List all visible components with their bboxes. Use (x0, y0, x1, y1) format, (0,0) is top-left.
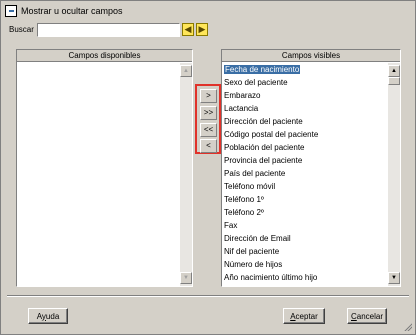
list-item-label: Embarazo (224, 91, 261, 100)
visible-fields-header: Campos visibles (222, 50, 400, 62)
available-fields-list[interactable] (17, 63, 192, 286)
list-item-label: País del paciente (224, 169, 286, 178)
list-item[interactable]: Dirección de Email (222, 232, 400, 245)
list-item[interactable]: Teléfono móvil (222, 180, 400, 193)
list-item-label: Fax (224, 221, 238, 230)
separator (7, 295, 409, 297)
list-item[interactable]: Teléfono 2º (222, 206, 400, 219)
visible-fields-panel: Campos visibles Fecha de nacimiento Sexo … (221, 49, 401, 287)
list-item-label: Provincia del paciente (224, 156, 303, 165)
list-item[interactable]: Código postal del paciente (222, 128, 400, 141)
arrow-left-icon: ◀ (184, 24, 192, 34)
scroll-up-button[interactable]: ▲ (180, 65, 192, 77)
arrow-right-icon: ▶ (198, 24, 206, 34)
add-all-fields-button[interactable]: >> (200, 106, 217, 120)
accept-button[interactable]: Aceptar (283, 308, 325, 324)
available-fields-header: Campos disponibles (17, 50, 192, 62)
list-item-label: Nif del paciente (224, 247, 280, 256)
list-item-label: Dirección de Email (224, 234, 291, 243)
list-item[interactable]: Sexo del paciente (222, 76, 400, 89)
list-item-label: Año nacimiento último hijo (224, 273, 318, 282)
add-field-button[interactable]: > (200, 89, 217, 103)
help-button-label: Ayuda (36, 311, 60, 321)
remove-field-button[interactable]: < (200, 139, 217, 153)
search-previous-button[interactable]: ◀ (182, 23, 194, 36)
list-item-label: Teléfono 1º (224, 195, 264, 204)
list-item[interactable]: Fax (222, 219, 400, 232)
scroll-thumb[interactable] (388, 77, 400, 85)
list-item[interactable]: Año nacimiento último hijo (222, 271, 400, 284)
list-item-label: Lactancia (224, 104, 259, 113)
scroll-up-button[interactable]: ▲ (388, 65, 400, 77)
visible-fields-scrollbar[interactable]: ▲ ▼ (388, 63, 400, 286)
list-item[interactable]: Dirección del paciente (222, 115, 400, 128)
list-item[interactable]: Fecha de nacimiento (222, 63, 400, 76)
cancel-button[interactable]: Cancelar (347, 308, 387, 324)
list-item[interactable]: País del paciente (222, 167, 400, 180)
title-bar: Mostrar u ocultar campos (3, 3, 413, 19)
app-icon (5, 5, 17, 17)
triangle-up-icon: ▲ (183, 68, 189, 74)
search-next-button[interactable]: ▶ (196, 23, 208, 36)
triangle-down-icon: ▼ (391, 275, 397, 281)
list-item[interactable]: Lactancia (222, 102, 400, 115)
remove-all-fields-button[interactable]: << (200, 123, 217, 137)
list-item-label: Teléfono móvil (224, 182, 276, 191)
list-item[interactable]: Provincia del paciente (222, 154, 400, 167)
window-title: Mostrar u ocultar campos (21, 6, 123, 16)
resize-grip-icon[interactable] (402, 321, 412, 331)
available-fields-scrollbar[interactable]: ▲ ▼ (180, 63, 192, 286)
dialog-window: Mostrar u ocultar campos Buscar ◀ ▶ Camp… (0, 0, 416, 335)
accept-button-label: Aceptar (290, 311, 318, 321)
triangle-up-icon: ▲ (391, 68, 397, 74)
scroll-down-button[interactable]: ▼ (388, 272, 400, 284)
list-item-label: Población del paciente (224, 143, 305, 152)
visible-fields-list[interactable]: Fecha de nacimiento Sexo del paciente Emba… (222, 63, 400, 286)
search-label: Buscar (9, 25, 34, 34)
triangle-down-icon: ▼ (183, 275, 189, 281)
help-button[interactable]: Ayuda (28, 308, 68, 324)
search-input[interactable] (37, 23, 180, 37)
available-fields-panel: Campos disponibles ▲ ▼ (16, 49, 193, 287)
list-item-label: Dirección del paciente (224, 117, 303, 126)
list-item[interactable]: Población del paciente (222, 141, 400, 154)
move-buttons-group: > >> << < (195, 84, 221, 154)
list-item-label: Fecha de nacimiento (224, 65, 301, 74)
list-item-label: Teléfono 2º (224, 208, 264, 217)
list-item[interactable]: Nif del paciente (222, 245, 400, 258)
scroll-down-button[interactable]: ▼ (180, 272, 192, 284)
list-item-label: Número de hijos (224, 260, 283, 269)
list-item[interactable]: Embarazo (222, 89, 400, 102)
list-item[interactable]: Número de hijos (222, 258, 400, 271)
list-item[interactable]: Teléfono 1º (222, 193, 400, 206)
list-item-label: Sexo del paciente (224, 78, 288, 87)
cancel-button-label: Cancelar (350, 311, 384, 321)
list-item-label: Código postal del paciente (224, 130, 319, 139)
